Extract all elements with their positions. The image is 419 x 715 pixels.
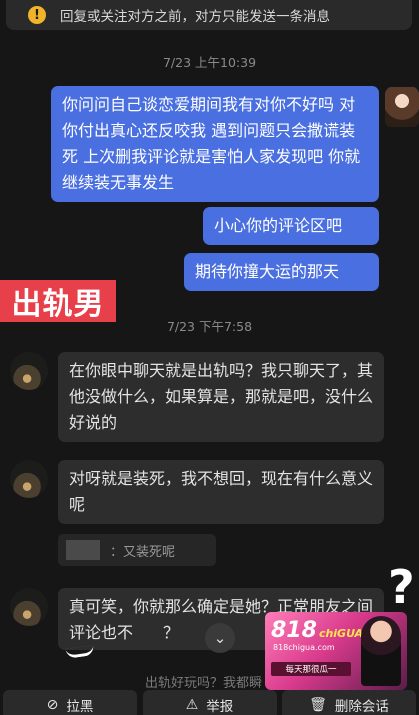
block-button[interactable]: ⊘ 拉黑 — [3, 690, 137, 715]
received-message[interactable]: 在你眼中聊天就是出轨吗？我只聊天了，其他没做什么，如果算是，那就是吧，没什么好说… — [58, 352, 384, 442]
timestamp: 7/23 上午10:39 — [162, 55, 257, 70]
block-label: 拉黑 — [66, 699, 94, 715]
ad-figure — [361, 616, 401, 686]
trash-icon: 🗑 — [309, 697, 327, 713]
ad-site: 818chigua.com — [273, 643, 335, 652]
quote-thumbnail — [66, 540, 100, 560]
received-message[interactable]: 对呀就是装死，我不想回，现在有什么意义呢 — [58, 460, 384, 524]
action-bar: ⊘ 拉黑 ⚠ 举报 🗑 删除会话 — [0, 690, 419, 715]
my-avatar[interactable] — [385, 87, 419, 127]
message-restriction-notice: ! 回复或关注对方之前，对方只能发送一条消息 — [6, 0, 412, 30]
delete-label: 删除会话 — [334, 699, 389, 715]
delete-conversation-button[interactable]: 🗑 删除会话 — [282, 690, 416, 715]
quote-text: ：又装死呢 — [110, 544, 176, 560]
warning-icon: ⚠ — [185, 697, 199, 713]
notice-text: 回复或关注对方之前，对方只能发送一条消息 — [60, 9, 330, 25]
overlay-question-mark: ? — [388, 560, 415, 614]
report-button[interactable]: ⚠ 举报 — [142, 690, 277, 715]
cutoff-message: 出轨好玩吗？我都瞬 — [145, 676, 263, 691]
sent-message[interactable]: 小心你的评论区吧 — [203, 207, 379, 245]
quoted-message[interactable]: ：又装死呢 — [58, 534, 216, 566]
ad-slogan: 每天那很瓜一 — [271, 662, 351, 676]
sent-message[interactable]: 期待你撞大运的那天 — [184, 253, 379, 291]
received-message-text: ？ — [163, 623, 180, 642]
sent-message[interactable]: 你问问自己谈恋爱期间我有对你不好吗 对你付出真心还反咬我 遇到问题只会撒谎装死 … — [51, 86, 379, 202]
block-icon: ⊘ — [46, 697, 59, 713]
contact-avatar[interactable] — [10, 588, 48, 626]
contact-avatar[interactable] — [10, 352, 48, 390]
report-label: 举报 — [206, 699, 234, 715]
contact-avatar[interactable] — [10, 460, 48, 498]
ad-logo: 818 chiGUA — [271, 618, 364, 643]
warning-icon: ! — [28, 6, 46, 24]
scroll-down-chevron-icon[interactable]: ⌄ — [205, 623, 235, 653]
timestamp: 7/23 下午7:58 — [166, 319, 253, 334]
watermark-ad: 818 chiGUA 818chigua.com 每天那很瓜一 — [265, 612, 407, 690]
